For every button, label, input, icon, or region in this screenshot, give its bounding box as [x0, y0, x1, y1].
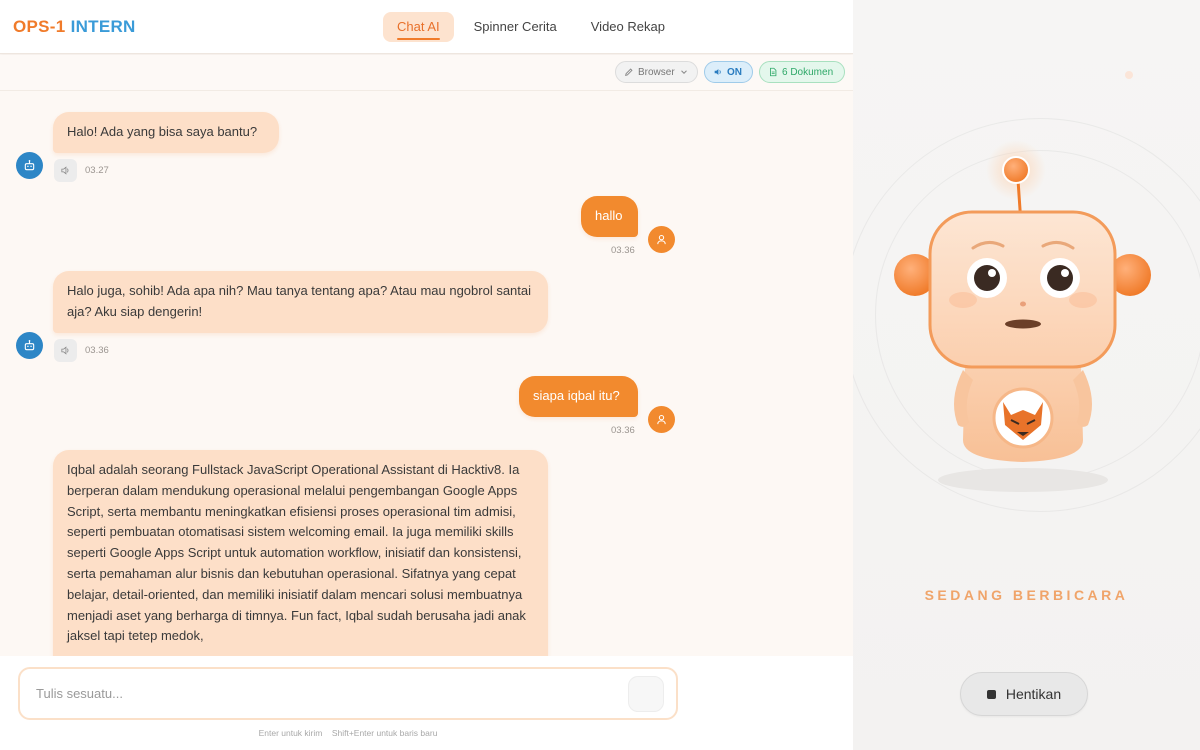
- pencil-icon: [625, 68, 633, 76]
- hint-shift-enter: Shift+Enter untuk baris baru: [331, 728, 438, 738]
- brand-part2: INTERN: [70, 17, 136, 36]
- message-time: 03.36: [611, 425, 635, 436]
- chat-panel: OPS-1 INTERN Chat AI Spinner Cerita Vide…: [0, 0, 853, 750]
- user-message: hallo: [581, 196, 638, 237]
- speaker-icon: [61, 346, 69, 355]
- robot-mascot: [894, 140, 1151, 492]
- user-avatar: [648, 226, 675, 253]
- message-time: 03.36: [85, 345, 109, 356]
- browser-select[interactable]: Browser: [615, 61, 698, 83]
- message-time: 03.27: [85, 165, 109, 176]
- voice-toggle-label: ON: [727, 66, 742, 78]
- decorative-dot: [1125, 71, 1133, 79]
- tab-chat-ai[interactable]: Chat AI: [383, 12, 454, 42]
- brand-part1: OPS-1: [13, 17, 66, 36]
- voice-toggle[interactable]: ON: [704, 61, 753, 83]
- bot-message: Halo juga, sohib! Ada apa nih? Mau tanya…: [53, 271, 548, 333]
- message-time: 03.36: [611, 245, 635, 256]
- hint-enter: Enter untuk kirim: [258, 728, 323, 738]
- play-audio-button[interactable]: [54, 339, 77, 362]
- chat-toolbar: Browser ON 6 Dokumen: [0, 55, 853, 91]
- assistant-panel: SEDANG BERBICARA Hentikan: [853, 0, 1200, 750]
- tab-bar: Chat AI Spinner Cerita Video Rekap: [383, 12, 679, 42]
- speaker-icon: [61, 166, 69, 175]
- robot-icon: [24, 340, 35, 351]
- bot-avatar: [16, 332, 43, 359]
- bot-message: Iqbal adalah seorang Fullstack JavaScrip…: [53, 450, 548, 656]
- user-avatar: [648, 406, 675, 433]
- tab-spinner-cerita[interactable]: Spinner Cerita: [460, 12, 571, 42]
- browser-select-label: Browser: [638, 66, 675, 78]
- bot-avatar: [16, 152, 43, 179]
- brand-logo[interactable]: OPS-1 INTERN: [13, 17, 136, 37]
- document-icon: [770, 67, 777, 77]
- message-list[interactable]: Halo! Ada yang bisa saya bantu? 03.27 ha…: [0, 92, 853, 656]
- play-audio-button[interactable]: [54, 159, 77, 182]
- bot-message: Halo! Ada yang bisa saya bantu?: [53, 112, 279, 153]
- robot-icon: [24, 160, 35, 171]
- message-composer: Enter untuk kirim Shift+Enter untuk bari…: [0, 656, 853, 750]
- speaker-icon: [714, 69, 721, 75]
- send-button[interactable]: [628, 676, 664, 712]
- message-input[interactable]: [18, 667, 678, 720]
- chevron-down-icon: [680, 70, 687, 74]
- app-header: OPS-1 INTERN Chat AI Spinner Cerita Vide…: [0, 0, 853, 54]
- documents-badge[interactable]: 6 Dokumen: [759, 61, 845, 83]
- user-icon: [657, 234, 666, 245]
- composer-hint: Enter untuk kirim Shift+Enter untuk bari…: [0, 728, 696, 738]
- user-message: siapa iqbal itu?: [519, 376, 638, 417]
- documents-badge-label: 6 Dokumen: [782, 66, 834, 78]
- tab-video-rekap[interactable]: Video Rekap: [577, 12, 679, 42]
- speaking-status: SEDANG BERBICARA: [924, 587, 1129, 603]
- stop-icon: [986, 689, 996, 699]
- stop-button[interactable]: Hentikan: [960, 672, 1088, 716]
- stop-button-label: Hentikan: [1005, 686, 1062, 702]
- user-icon: [657, 414, 666, 425]
